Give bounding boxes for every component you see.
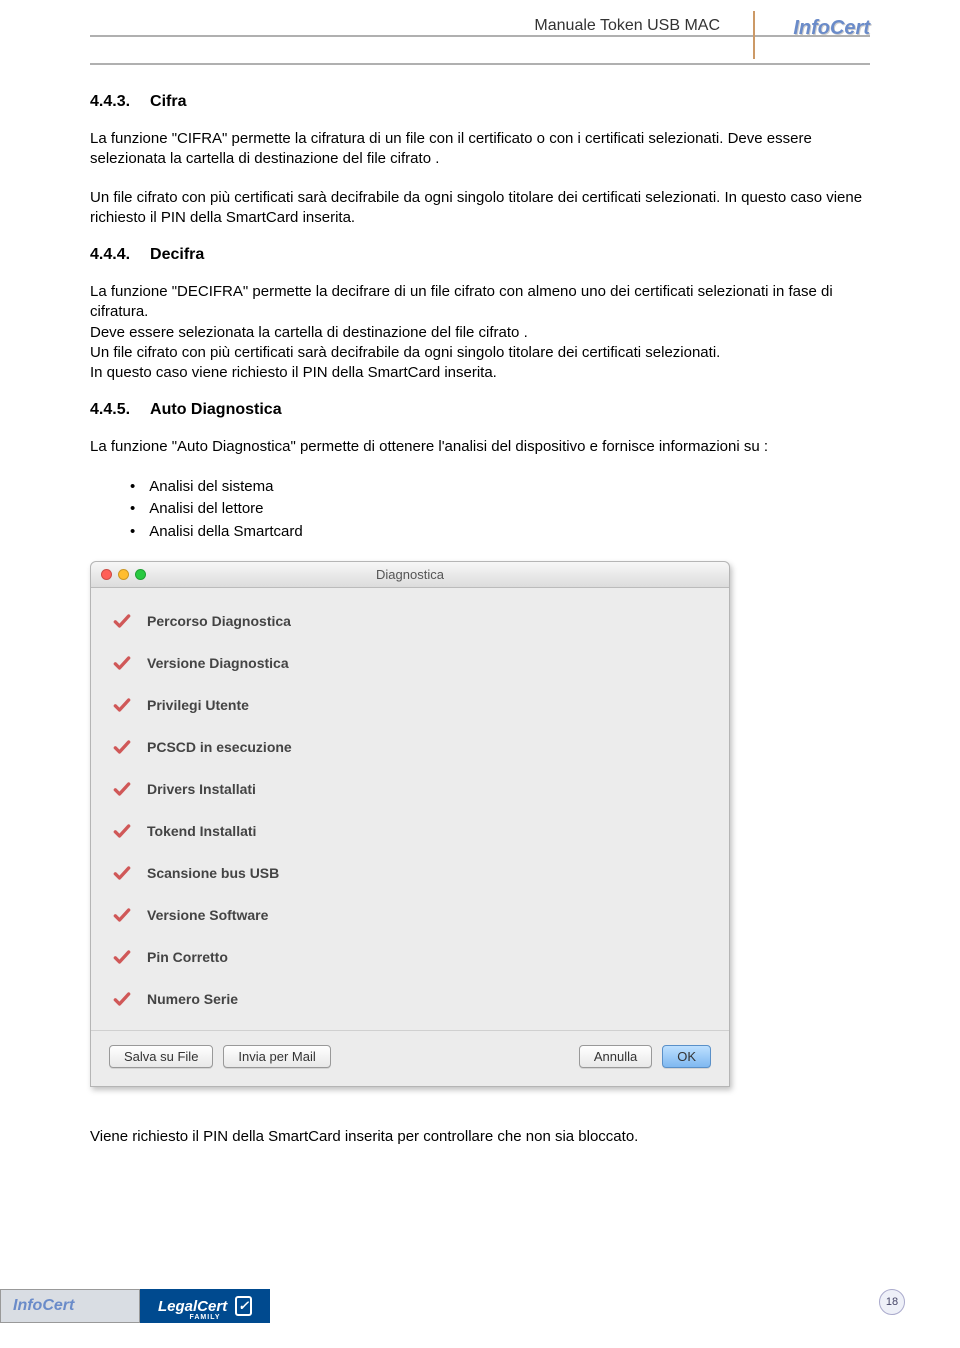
check-icon — [111, 736, 133, 758]
footer-brand-infocert: InfoCert — [0, 1289, 140, 1323]
diag-row: Percorso Diagnostica — [111, 600, 709, 642]
para: La funzione "Auto Diagnostica" permette … — [90, 437, 870, 457]
diag-label: Drivers Installati — [147, 781, 256, 797]
dialog-body: Percorso Diagnostica Versione Diagnostic… — [91, 588, 729, 1030]
doc-title: Manuale Token USB MAC — [534, 17, 720, 35]
para: Un file cifrato con più certificati sarà… — [90, 188, 870, 229]
diag-row: Privilegi Utente — [111, 684, 709, 726]
heading-title: Cifra — [150, 93, 186, 110]
header-divider — [753, 11, 755, 59]
heading-num: 4.4.5. — [90, 401, 130, 418]
diag-label: Privilegi Utente — [147, 697, 249, 713]
para: Deve essere selezionata la cartella di d… — [90, 324, 528, 341]
dialog-footer: Salva su File Invia per Mail Annulla OK — [91, 1030, 729, 1086]
check-icon — [111, 862, 133, 884]
page: Manuale Token USB MAC InfoCert 4.4.3. Cif… — [0, 0, 960, 1348]
diag-label: Percorso Diagnostica — [147, 613, 291, 629]
page-number: 18 — [879, 1289, 905, 1315]
bullet-list: Analisi del sistema Analisi del lettore … — [130, 476, 870, 544]
header-rule: Manuale Token USB MAC InfoCert — [90, 35, 870, 65]
diag-row: Pin Corretto — [111, 936, 709, 978]
heading-num: 4.4.4. — [90, 246, 130, 263]
check-icon — [111, 778, 133, 800]
list-item: Analisi della Smartcard — [130, 521, 870, 544]
check-icon — [111, 652, 133, 674]
diag-label: Pin Corretto — [147, 949, 228, 965]
diag-row: Versione Software — [111, 894, 709, 936]
diag-label: PCSCD in esecuzione — [147, 739, 292, 755]
heading-num: 4.4.3. — [90, 93, 130, 110]
heading-title: Auto Diagnostica — [150, 401, 282, 418]
para: La funzione "CIFRA" permette la cifratur… — [90, 129, 870, 170]
para-block: La funzione "DECIFRA" permette la decifr… — [90, 282, 870, 383]
check-icon — [111, 820, 133, 842]
titlebar: Diagnostica — [91, 562, 729, 588]
check-icon — [111, 946, 133, 968]
list-item: Analisi del sistema — [130, 476, 870, 499]
diag-row: Tokend Installati — [111, 810, 709, 852]
brand-logo: InfoCert — [793, 17, 870, 40]
ok-button[interactable]: OK — [662, 1045, 711, 1068]
window-title: Diagnostica — [91, 567, 729, 582]
footer-bar: InfoCert LegalCert ✓ FAMILY — [0, 1289, 270, 1323]
para: Un file cifrato con più certificati sarà… — [90, 344, 720, 361]
diag-row: Numero Serie — [111, 978, 709, 1020]
diag-label: Versione Diagnostica — [147, 655, 289, 671]
diag-row: Versione Diagnostica — [111, 642, 709, 684]
list-item: Analisi del lettore — [130, 498, 870, 521]
diag-label: Numero Serie — [147, 991, 238, 1007]
heading-title: Decifra — [150, 246, 204, 263]
save-file-button[interactable]: Salva su File — [109, 1045, 213, 1068]
heading-444: 4.4.4. Decifra — [90, 246, 870, 264]
check-icon — [111, 904, 133, 926]
check-icon — [111, 610, 133, 632]
diag-label: Scansione bus USB — [147, 865, 279, 881]
footer-family: FAMILY — [189, 1314, 220, 1321]
para: In questo caso viene richiesto il PIN de… — [90, 364, 497, 381]
check-icon — [111, 694, 133, 716]
para: Viene richiesto il PIN della SmartCard i… — [90, 1127, 870, 1147]
heading-445: 4.4.5. Auto Diagnostica — [90, 401, 870, 419]
page-footer: InfoCert LegalCert ✓ FAMILY 18 — [0, 1283, 960, 1323]
footer-brand-label: InfoCert — [13, 1297, 74, 1315]
spacer — [341, 1045, 569, 1068]
cancel-button[interactable]: Annulla — [579, 1045, 652, 1068]
diagnostica-dialog: Diagnostica Percorso Diagnostica Version… — [90, 561, 730, 1087]
send-mail-button[interactable]: Invia per Mail — [223, 1045, 330, 1068]
diag-row: Drivers Installati — [111, 768, 709, 810]
para: La funzione "DECIFRA" permette la decifr… — [90, 283, 833, 320]
diag-row: Scansione bus USB — [111, 852, 709, 894]
heading-443: 4.4.3. Cifra — [90, 93, 870, 111]
footer-brand-legalcert: LegalCert ✓ FAMILY — [140, 1289, 270, 1323]
check-icon — [111, 988, 133, 1010]
checkbox-icon: ✓ — [235, 1296, 252, 1316]
diag-label: Versione Software — [147, 907, 268, 923]
diag-row: PCSCD in esecuzione — [111, 726, 709, 768]
footer-brand-label: LegalCert — [158, 1298, 227, 1315]
diag-label: Tokend Installati — [147, 823, 256, 839]
